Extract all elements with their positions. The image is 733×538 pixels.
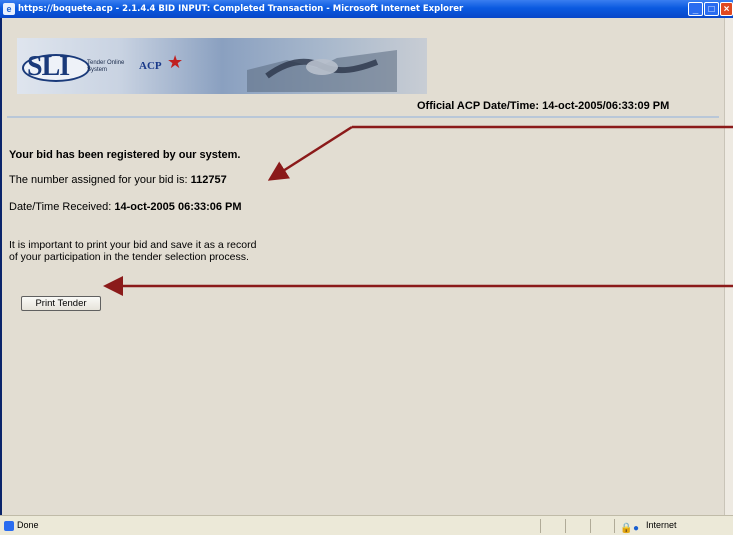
title-bar: e https://boquete.acp - 2.1.4.4 BID INPU… bbox=[0, 0, 733, 18]
browser-window: e https://boquete.acp - 2.1.4.4 BID INPU… bbox=[0, 0, 733, 535]
lock-icon: 🔒 bbox=[620, 523, 633, 534]
received-line: Date/Time Received: 14-oct-2005 06:33:06… bbox=[9, 201, 242, 213]
status-text: Done bbox=[17, 520, 39, 530]
official-datetime: Official ACP Date/Time: 14-oct-2005/06:3… bbox=[417, 100, 670, 112]
page-icon bbox=[4, 521, 14, 531]
internet-explorer-icon: e bbox=[3, 3, 15, 15]
status-divider bbox=[565, 519, 566, 533]
print-tender-button[interactable]: Print Tender bbox=[21, 296, 101, 311]
notice-line-2: of your participation in the tender sele… bbox=[9, 251, 249, 263]
registered-message: Your bid has been registered by our syst… bbox=[9, 149, 241, 161]
maximize-button[interactable]: □ bbox=[704, 2, 719, 16]
bid-number-value: 112757 bbox=[190, 174, 227, 186]
vertical-scrollbar[interactable] bbox=[724, 18, 733, 515]
header-banner: SLI Tender Online System ACP ★ bbox=[17, 38, 427, 94]
handshake-image bbox=[247, 50, 397, 92]
star-icon: ★ bbox=[167, 52, 184, 72]
received-value: 14-oct-2005 06:33:06 PM bbox=[114, 201, 242, 213]
status-divider bbox=[540, 519, 541, 533]
window-title: https://boquete.acp - 2.1.4.4 BID INPUT:… bbox=[18, 4, 464, 14]
header-divider bbox=[7, 116, 719, 118]
bid-number-line: The number assigned for your bid is: 112… bbox=[9, 174, 227, 186]
zone-text: Internet bbox=[646, 520, 677, 530]
status-divider bbox=[614, 519, 615, 533]
acp-logo: ACP bbox=[139, 60, 162, 72]
status-divider bbox=[590, 519, 591, 533]
page-content: SLI Tender Online System ACP ★ Official … bbox=[2, 18, 724, 515]
close-button[interactable]: × bbox=[720, 2, 733, 16]
status-bar: Done 🔒 ● Internet bbox=[0, 515, 733, 535]
minimize-button[interactable]: _ bbox=[688, 2, 703, 16]
globe-icon: ● bbox=[633, 523, 640, 534]
logo-subtitle: Tender Online System bbox=[87, 60, 125, 73]
sli-logo: SLI bbox=[27, 51, 70, 82]
notice-line-1: It is important to print your bid and sa… bbox=[9, 239, 257, 251]
